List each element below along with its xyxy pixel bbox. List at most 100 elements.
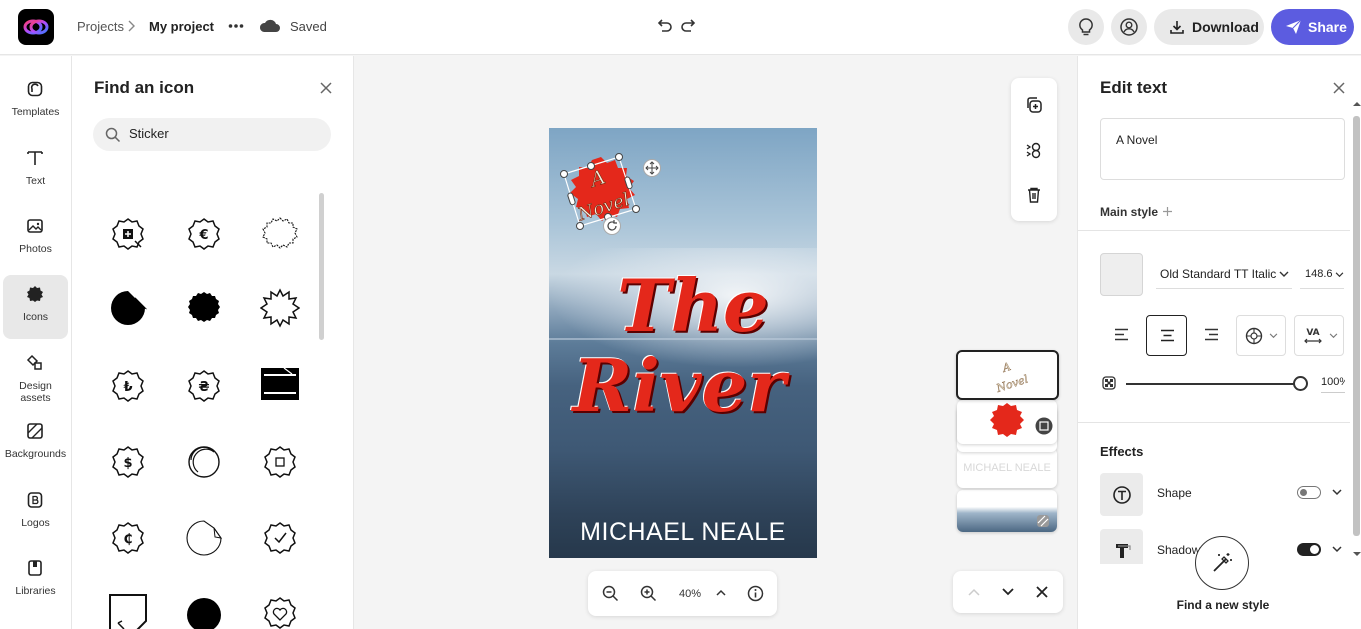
app-logo[interactable] (18, 9, 54, 45)
share-button[interactable]: Share (1271, 9, 1354, 45)
align-right-button[interactable] (1191, 315, 1232, 356)
close-icon[interactable] (1035, 585, 1049, 599)
rotate-handle[interactable] (603, 217, 621, 235)
font-size-select[interactable]: 148.6 (1300, 259, 1344, 289)
text-effects-dropdown[interactable] (1236, 315, 1286, 356)
panel-scrollbar[interactable] (1353, 116, 1360, 536)
arrange-icon[interactable] (1025, 141, 1043, 159)
rail-item-design-assets[interactable]: Design assets (3, 344, 68, 408)
find-style-label[interactable]: Find a new style (1078, 598, 1361, 612)
sticker-burst-icon[interactable] (260, 288, 300, 328)
icon-search-field[interactable] (93, 118, 331, 151)
sticker-hryvnia-icon[interactable]: ₴ (184, 366, 224, 406)
sticker-blob-icon[interactable] (184, 593, 224, 629)
breadcrumb-current-project[interactable]: My project (149, 19, 214, 34)
svg-text:₵: ₵ (123, 532, 132, 547)
download-icon (1170, 21, 1184, 34)
layer-badge-text[interactable]: A Novel (956, 350, 1059, 400)
layer-badge-shape[interactable] (957, 400, 1057, 444)
sticker-outline-icon[interactable] (260, 214, 300, 254)
chevron-up-icon[interactable] (967, 587, 981, 597)
sticker-peel-filled-icon[interactable] (108, 288, 148, 328)
rail-item-libraries[interactable]: Libraries (3, 549, 68, 613)
edit-panel-title: Edit text (1100, 78, 1168, 97)
sticker-dollar-icon[interactable]: $ (108, 442, 148, 482)
download-button[interactable]: Download (1154, 9, 1264, 45)
zoom-out-icon[interactable] (602, 585, 619, 602)
scroll-down-icon[interactable] (1352, 550, 1361, 558)
rail-item-text[interactable]: Text (3, 139, 68, 203)
sticker-cedi-icon[interactable]: ₵ (108, 518, 148, 558)
zoom-in-icon[interactable] (640, 585, 657, 602)
layer-author-text[interactable]: MICHAEL NEALE (957, 448, 1057, 488)
invite-collaborators-button[interactable] (1111, 9, 1147, 45)
more-options-icon[interactable] (228, 18, 244, 34)
opacity-slider-track[interactable] (1126, 383, 1294, 385)
chevron-down-icon[interactable] (1332, 489, 1342, 496)
zoom-level[interactable]: 40% (679, 588, 701, 600)
chevron-up-icon[interactable] (715, 588, 727, 598)
find-style-button[interactable] (1195, 536, 1249, 590)
search-input[interactable] (129, 126, 319, 141)
rail-item-logos[interactable]: Logos (3, 481, 68, 545)
find-icon-panel: Find an icon € ₺ ₴ $ (72, 56, 354, 629)
chevron-down-icon[interactable] (1332, 546, 1342, 553)
text-content-field[interactable]: A Novel (1100, 118, 1345, 180)
sticker-circle-peel-icon[interactable] (184, 518, 224, 558)
align-center-icon (1161, 329, 1174, 342)
find-new-style-area: Find a new style (1078, 536, 1361, 629)
text-shape-icon (1113, 486, 1131, 504)
redo-icon[interactable] (680, 17, 698, 35)
sticker-square-icon[interactable] (260, 442, 300, 482)
shape-effect-toggle[interactable] (1297, 486, 1321, 499)
sticker-lira-icon[interactable]: ₺ (108, 366, 148, 406)
align-left-button[interactable] (1101, 315, 1142, 356)
close-icon[interactable] (1333, 82, 1345, 94)
font-family-select[interactable]: Old Standard TT Italic (1156, 259, 1292, 289)
rail-item-photos[interactable]: Photos (3, 207, 68, 271)
opacity-slider-thumb[interactable] (1293, 376, 1308, 391)
font-name: Old Standard TT Italic (1160, 267, 1277, 281)
sticker-heart-icon[interactable] (260, 593, 300, 629)
trash-icon[interactable] (1025, 186, 1043, 204)
sticker-filled-icon[interactable] (184, 288, 224, 328)
undo-icon[interactable] (655, 17, 673, 35)
text-color-swatch[interactable] (1100, 253, 1143, 296)
info-icon[interactable] (747, 585, 764, 602)
svg-text:€: € (198, 228, 208, 243)
shape-effect-tile[interactable] (1100, 473, 1143, 516)
cover-title-line-1[interactable]: The (559, 263, 817, 348)
sticker-film-icon[interactable] (260, 364, 300, 404)
sticker-plus-icon[interactable] (108, 214, 148, 254)
badge-thumbnail-icon (990, 403, 1024, 437)
rail-item-icons[interactable]: Icons (3, 275, 68, 339)
shadow-effect-toggle[interactable] (1297, 543, 1321, 556)
divider (1078, 422, 1350, 423)
layer-background-photo[interactable] (957, 490, 1057, 532)
inspiration-button[interactable] (1068, 9, 1104, 45)
scroll-up-icon[interactable] (1352, 100, 1361, 108)
opacity-value[interactable]: 100% (1321, 376, 1345, 393)
panel-scrollbar[interactable] (319, 193, 324, 340)
rail-item-templates[interactable]: Templates (3, 70, 68, 134)
rail-label-logos: Logos (21, 517, 50, 529)
cover-title-line-2[interactable]: River (549, 343, 813, 428)
sticker-corner-icon[interactable] (108, 593, 148, 629)
cover-author[interactable]: MICHAEL NEALE (549, 518, 817, 547)
breadcrumb-projects[interactable]: Projects (77, 19, 124, 34)
move-handle[interactable] (643, 159, 661, 177)
sticker-euro-icon[interactable]: € (184, 214, 224, 254)
add-style-icon[interactable] (1162, 206, 1173, 217)
align-center-button[interactable] (1146, 315, 1187, 356)
chevron-down-icon[interactable] (1001, 587, 1015, 597)
letter-spacing-dropdown[interactable]: VA (1294, 315, 1344, 356)
sticker-round-peel-icon[interactable] (184, 442, 224, 482)
rail-item-backgrounds[interactable]: Backgrounds (3, 412, 68, 476)
duplicate-icon[interactable] (1025, 96, 1043, 114)
sticker-check-icon[interactable] (260, 518, 300, 558)
text-selection-box[interactable] (555, 151, 645, 231)
close-icon[interactable] (320, 82, 332, 94)
cloud-icon (259, 17, 281, 35)
rail-label-design-assets: Design assets (19, 380, 52, 404)
effects-label: Effects (1100, 444, 1144, 459)
